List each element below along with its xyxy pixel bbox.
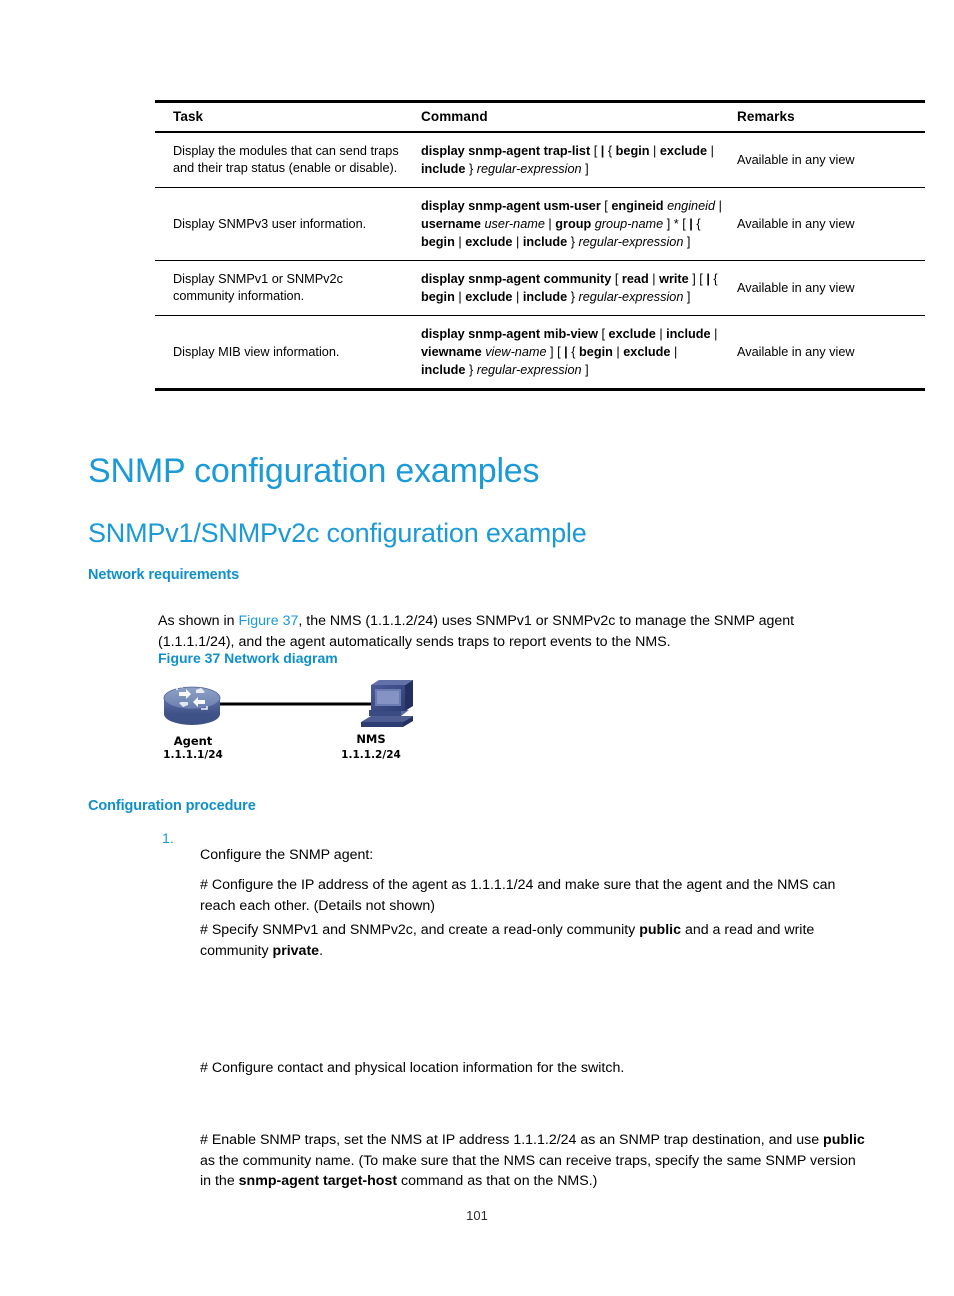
command-comment-community: # Specify SNMPv1 and SNMPv2c, and create…: [200, 922, 815, 959]
section-heading-level2: SNMPv1/SNMPv2c configuration example: [88, 518, 587, 548]
command-syntax: display snmp-agent mib-view [ exclude | …: [421, 327, 718, 378]
router-icon: [163, 686, 221, 725]
cell-remarks: Available in any view: [727, 315, 925, 392]
section-heading-network-requirements: Network requirements: [88, 567, 240, 583]
command-comment-ip-address: # Configure the IP address of the agent …: [200, 877, 836, 914]
table-header-row: Task Command Remarks: [155, 100, 925, 133]
table-row: Display SNMPv1 or SNMPv2c community info…: [155, 260, 925, 317]
diagram-label-nms: NMS: [356, 732, 386, 746]
diagram-ip-agent: 1.1.1.1/24: [163, 749, 223, 761]
command-syntax: display snmp-agent community [ read | wr…: [421, 272, 718, 305]
document-page: Task Command Remarks Display the modules…: [0, 0, 954, 1296]
command-syntax: display snmp-agent usm-user [ engineid e…: [421, 199, 722, 250]
table-header: Task Command Remarks: [155, 100, 925, 133]
command-syntax: display snmp-agent trap-list [ | { begin…: [421, 144, 714, 177]
figure-caption: Figure 37 Network diagram: [158, 650, 338, 666]
section-heading-configuration-procedure: Configuration procedure: [88, 798, 256, 814]
cell-remarks: Available in any view: [727, 260, 925, 317]
column-header-command: Command: [413, 100, 727, 133]
cell-command: display snmp-agent mib-view [ exclude | …: [413, 315, 727, 392]
cell-command: display snmp-agent community [ read | wr…: [413, 260, 727, 317]
cell-command: display snmp-agent usm-user [ engineid e…: [413, 187, 727, 262]
table-row: Display the modules that can send traps …: [155, 132, 925, 189]
cell-remarks: Available in any view: [727, 187, 925, 262]
snmp-display-commands-table: Task Command Remarks Display the modules…: [155, 100, 925, 392]
cell-task: Display MIB view information.: [155, 315, 413, 392]
column-header-remarks: Remarks: [727, 100, 925, 133]
list-item-number: 1.: [162, 831, 174, 847]
column-header-task: Task: [155, 100, 413, 133]
intro-paragraph: As shown in Figure 37, the NMS (1.1.1.2/…: [158, 613, 795, 650]
cell-command: display snmp-agent trap-list [ | { begin…: [413, 132, 727, 189]
section-heading-level1: SNMP configuration examples: [88, 452, 540, 490]
cell-task: Display the modules that can send traps …: [155, 132, 413, 189]
diagram-label-agent: Agent: [173, 734, 213, 748]
list-item-step-1: Configure the SNMP agent:: [200, 847, 374, 864]
network-diagram: Agent 1.1.1.1/24 NMS 1.1.1.2/24: [155, 676, 445, 771]
table-body: Display the modules that can send traps …: [155, 132, 925, 392]
command-comment-enable-traps: # Enable SNMP traps, set the NMS at IP a…: [200, 1132, 865, 1190]
page-number: 101: [466, 1208, 488, 1223]
table-row: Display MIB view information. display sn…: [155, 315, 925, 392]
diagram-ip-nms: 1.1.1.2/24: [341, 749, 401, 761]
command-comment-contact-location: # Configure contact and physical locatio…: [200, 1060, 625, 1077]
cell-task: Display SNMPv1 or SNMPv2c community info…: [155, 260, 413, 317]
cell-task: Display SNMPv3 user information.: [155, 187, 413, 262]
table-row: Display SNMPv3 user information. display…: [155, 187, 925, 262]
cell-remarks: Available in any view: [727, 132, 925, 189]
